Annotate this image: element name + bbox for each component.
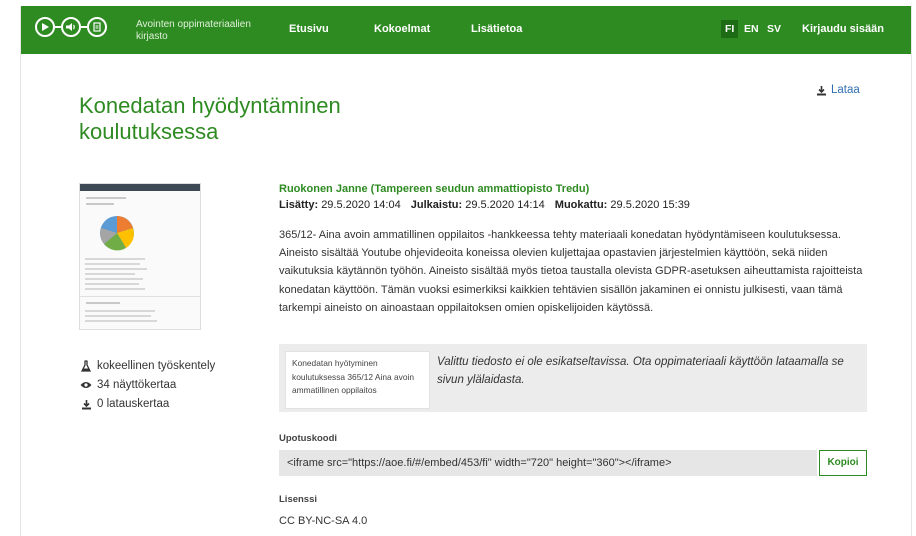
copy-button[interactable]: Kopioi (819, 450, 867, 476)
stat-category: kokeellinen työskentely (79, 360, 215, 372)
site-logo[interactable] (35, 17, 107, 37)
login-link[interactable]: Kirjaudu sisään (802, 23, 884, 35)
preview-unavailable-message: Valittu tiedosto ei ole esikatseltavissa… (437, 356, 844, 386)
brand-name[interactable]: Avointen oppimateriaalien kirjasto (136, 19, 276, 43)
download-icon (816, 85, 827, 96)
lang-fi[interactable]: FI (721, 20, 739, 38)
thumbnail-pie-image (100, 216, 134, 251)
lang-sv[interactable]: SV (767, 23, 781, 35)
lang-en[interactable]: EN (744, 23, 759, 35)
embed-label: Upotuskoodi (279, 433, 338, 444)
download-label: Lataa (831, 84, 860, 96)
top-navbar: Avointen oppimateriaalien kirjasto Etusi… (21, 6, 911, 54)
embed-code-field[interactable]: <iframe src="https://aoe.fi/#/embed/453/… (279, 450, 817, 476)
nav-kokoelmat[interactable]: Kokoelmat (374, 23, 430, 35)
file-list-item[interactable]: Konedatan hyötyminen koulutuksessa 365/1… (285, 351, 430, 409)
material-thumbnail (79, 183, 201, 330)
eye-icon (79, 381, 93, 389)
nav-lisatietoa[interactable]: Lisätietoa (471, 23, 522, 35)
material-dates: Lisätty: 29.5.2020 14:04 Julkaistu: 29.5… (279, 199, 690, 211)
nav-etusivu[interactable]: Etusivu (289, 23, 329, 35)
play-icon (35, 17, 55, 37)
page: Avointen oppimateriaalien kirjasto Etusi… (20, 6, 912, 536)
material-description: 365/12- Aina avoin ammatillinen oppilait… (279, 229, 863, 314)
download-link[interactable]: Lataa (816, 84, 860, 96)
stat-views: 34 näyttökertaa (79, 379, 176, 391)
license-value: CC BY-NC-SA 4.0 (279, 515, 368, 527)
audio-icon (61, 17, 81, 37)
document-icon (87, 17, 107, 37)
flask-icon (79, 360, 93, 372)
license-label: Lisenssi (279, 494, 318, 505)
author-link[interactable]: Ruokonen Janne (Tampereen seudun ammatti… (279, 183, 589, 195)
stat-downloads: 0 latauskertaa (79, 398, 169, 410)
download-icon (79, 399, 93, 410)
page-title: Konedatan hyödyntäminen koulutuksessa (79, 92, 341, 144)
